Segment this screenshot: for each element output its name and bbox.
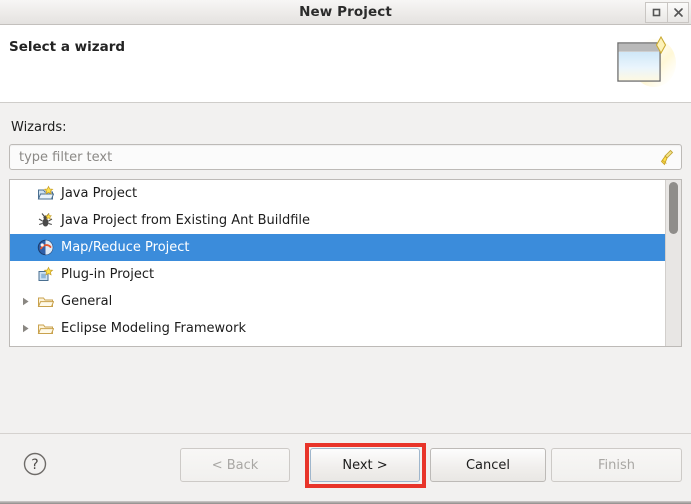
list-scrollbar[interactable] xyxy=(665,180,681,346)
filter-input[interactable]: type filter text xyxy=(9,144,682,170)
window-controls xyxy=(645,2,689,23)
plugin-project-icon xyxy=(36,266,54,284)
list-item-label: General xyxy=(61,294,113,309)
new-project-dialog: New Project Select a wizard Wizards: typ… xyxy=(0,0,691,504)
wizards-label: Wizards: xyxy=(11,120,67,135)
list-item-label: Map/Reduce Project xyxy=(61,240,190,255)
close-button[interactable] xyxy=(667,2,689,23)
new-project-wizard-icon xyxy=(609,31,679,93)
wizard-list[interactable]: Java Project Java Project from Existing … xyxy=(9,179,682,347)
page-title: Select a wizard xyxy=(9,39,126,55)
java-project-icon xyxy=(36,185,54,203)
list-item-label: Java Project from Existing Ant Buildfile xyxy=(61,213,311,228)
mapreduce-project-icon xyxy=(36,239,54,257)
wizard-list-rows: Java Project Java Project from Existing … xyxy=(10,180,665,346)
title-bar: New Project xyxy=(0,0,691,25)
list-item-label: Eclipse Modeling Framework xyxy=(61,321,246,336)
window-title: New Project xyxy=(299,4,392,20)
folder-icon xyxy=(36,320,54,338)
expand-arrow-icon[interactable] xyxy=(18,324,34,333)
finish-button[interactable]: Finish xyxy=(551,448,682,482)
back-button[interactable]: < Back xyxy=(180,448,290,482)
list-item-label: Plug-in Project xyxy=(61,267,155,282)
dialog-body: Wizards: type filter text Java Project J… xyxy=(0,103,691,433)
next-button[interactable]: Next > xyxy=(310,448,420,482)
list-item[interactable]: Java Project from Existing Ant Buildfile xyxy=(10,207,665,234)
ant-buildfile-icon xyxy=(36,212,54,230)
broom-clear-icon[interactable] xyxy=(658,148,677,167)
close-icon xyxy=(673,8,683,17)
scrollbar-thumb[interactable] xyxy=(669,182,678,234)
list-item[interactable]: Plug-in Project xyxy=(10,261,665,288)
expand-arrow-icon[interactable] xyxy=(18,297,34,306)
list-item[interactable]: Java Project xyxy=(10,180,665,207)
list-item-selected[interactable]: Map/Reduce Project xyxy=(10,234,665,261)
restore-icon xyxy=(652,8,661,17)
restore-button[interactable] xyxy=(645,2,667,23)
list-item[interactable]: Eclipse Modeling Framework xyxy=(10,315,665,342)
list-item-label: Java Project xyxy=(61,186,138,201)
folder-icon xyxy=(36,293,54,311)
svg-text:?: ? xyxy=(31,457,38,473)
cancel-button[interactable]: Cancel xyxy=(430,448,546,482)
list-item[interactable]: General xyxy=(10,288,665,315)
filter-placeholder: type filter text xyxy=(19,150,113,165)
help-question-icon[interactable]: ? xyxy=(22,451,48,477)
dialog-header: Select a wizard xyxy=(0,25,691,103)
